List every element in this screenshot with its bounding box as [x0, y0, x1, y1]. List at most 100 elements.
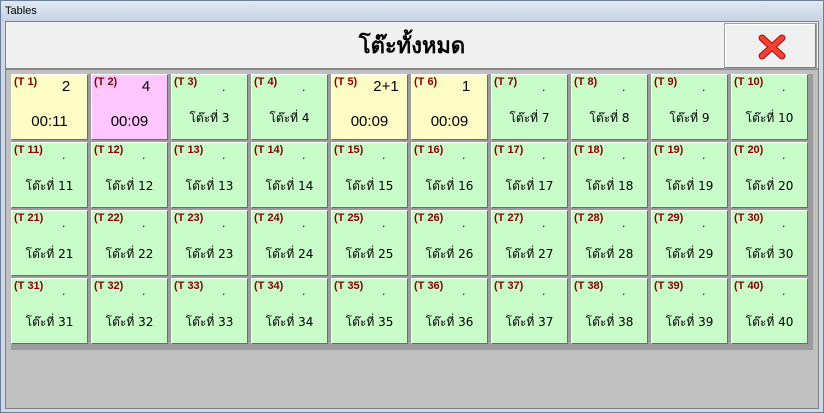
table-cell[interactable]: (T 30). โต๊ะที่ 30 [731, 210, 808, 276]
status-dot: . [62, 285, 66, 298]
table-cell[interactable]: (T 25). โต๊ะที่ 25 [331, 210, 408, 276]
status-dot: . [782, 81, 786, 94]
table-id: (T 19) [654, 144, 684, 156]
table-id: (T 6) [414, 76, 438, 88]
table-name: โต๊ะที่ 36 [425, 315, 474, 329]
table-cell[interactable]: (T 8). โต๊ะที่ 8 [571, 74, 648, 140]
table-cell[interactable]: (T 37). โต๊ะที่ 37 [491, 278, 568, 344]
table-id: (T 21) [14, 212, 44, 224]
status-dot: . [302, 149, 306, 162]
guest-count: 2 [61, 78, 71, 95]
table-id: (T 13) [174, 144, 204, 156]
table-id: (T 36) [414, 280, 444, 292]
table-id: (T 15) [334, 144, 364, 156]
status-dot: . [782, 149, 786, 162]
status-dot: . [142, 217, 146, 230]
close-button[interactable] [724, 23, 817, 69]
table-id: (T 34) [254, 280, 284, 292]
table-id: (T 17) [494, 144, 524, 156]
table-id: (T 22) [94, 212, 124, 224]
header-bar: โต๊ะทั้งหมด [6, 22, 818, 70]
table-cell[interactable]: (T 29). โต๊ะที่ 29 [651, 210, 728, 276]
table-id: (T 9) [654, 76, 678, 88]
table-grid: (T 1) 2 00:11 (T 2) 4 00:09 (T 3). โต๊ะที่ 3 (T … [11, 74, 813, 350]
table-id: (T 27) [494, 212, 524, 224]
table-id: (T 37) [494, 280, 524, 292]
table-name: โต๊ะที่ 18 [585, 179, 634, 193]
table-cell[interactable]: (T 2) 4 00:09 [91, 74, 168, 140]
table-cell[interactable]: (T 39). โต๊ะที่ 39 [651, 278, 728, 344]
table-cell[interactable]: (T 13). โต๊ะที่ 13 [171, 142, 248, 208]
table-id: (T 40) [734, 280, 764, 292]
table-name: โต๊ะที่ 28 [585, 247, 634, 261]
table-id: (T 35) [334, 280, 364, 292]
table-cell[interactable]: (T 28). โต๊ะที่ 28 [571, 210, 648, 276]
table-cell[interactable]: (T 17). โต๊ะที่ 17 [491, 142, 568, 208]
table-cell[interactable]: (T 22). โต๊ะที่ 22 [91, 210, 168, 276]
table-cell[interactable]: (T 27). โต๊ะที่ 27 [491, 210, 568, 276]
table-name: โต๊ะที่ 4 [269, 111, 310, 125]
status-dot: . [382, 217, 386, 230]
status-dot: . [782, 217, 786, 230]
status-dot: . [462, 285, 466, 298]
table-name: โต๊ะที่ 14 [265, 179, 314, 193]
table-cell[interactable]: (T 1) 2 00:11 [11, 74, 88, 140]
table-cell[interactable]: (T 20). โต๊ะที่ 20 [731, 142, 808, 208]
table-cell[interactable]: (T 3). โต๊ะที่ 3 [171, 74, 248, 140]
table-cell[interactable]: (T 24). โต๊ะที่ 24 [251, 210, 328, 276]
table-cell[interactable]: (T 33). โต๊ะที่ 33 [171, 278, 248, 344]
status-dot: . [62, 217, 66, 230]
table-id: (T 24) [254, 212, 284, 224]
table-cell[interactable]: (T 7). โต๊ะที่ 7 [491, 74, 568, 140]
status-dot: . [622, 285, 626, 298]
elapsed-time: 00:09 [430, 113, 469, 130]
table-cell[interactable]: (T 23). โต๊ะที่ 23 [171, 210, 248, 276]
table-name: โต๊ะที่ 8 [589, 111, 630, 125]
table-name: โต๊ะที่ 23 [185, 247, 234, 261]
table-name: โต๊ะที่ 22 [105, 247, 154, 261]
status-dot: . [222, 217, 226, 230]
table-cell[interactable]: (T 31). โต๊ะที่ 31 [11, 278, 88, 344]
table-cell[interactable]: (T 12). โต๊ะที่ 12 [91, 142, 168, 208]
table-cell[interactable]: (T 26). โต๊ะที่ 26 [411, 210, 488, 276]
table-cell[interactable]: (T 16). โต๊ะที่ 16 [411, 142, 488, 208]
window-client-area: โต๊ะทั้งหมด (T 1) 2 00:11 (T 2) 4 00:09 (T 3).… [5, 21, 819, 409]
status-dot: . [542, 149, 546, 162]
table-id: (T 5) [334, 76, 358, 88]
close-x-icon [758, 34, 786, 60]
status-dot: . [702, 149, 706, 162]
table-id: (T 33) [174, 280, 204, 292]
table-cell[interactable]: (T 9). โต๊ะที่ 9 [651, 74, 728, 140]
status-dot: . [542, 217, 546, 230]
table-cell[interactable]: (T 19). โต๊ะที่ 19 [651, 142, 728, 208]
table-cell[interactable]: (T 4). โต๊ะที่ 4 [251, 74, 328, 140]
table-cell[interactable]: (T 35). โต๊ะที่ 35 [331, 278, 408, 344]
table-cell[interactable]: (T 38). โต๊ะที่ 38 [571, 278, 648, 344]
status-dot: . [622, 81, 626, 94]
table-cell[interactable]: (T 36). โต๊ะที่ 36 [411, 278, 488, 344]
table-name: โต๊ะที่ 27 [505, 247, 554, 261]
table-id: (T 29) [654, 212, 684, 224]
table-cell[interactable]: (T 40). โต๊ะที่ 40 [731, 278, 808, 344]
table-cell[interactable]: (T 11). โต๊ะที่ 11 [11, 142, 88, 208]
table-cell[interactable]: (T 10). โต๊ะที่ 10 [731, 74, 808, 140]
table-cell[interactable]: (T 14). โต๊ะที่ 14 [251, 142, 328, 208]
table-name: โต๊ะที่ 21 [25, 247, 74, 261]
table-cell[interactable]: (T 6) 1 00:09 [411, 74, 488, 140]
window-title: Tables [1, 1, 823, 21]
table-cell[interactable]: (T 15). โต๊ะที่ 15 [331, 142, 408, 208]
status-dot: . [702, 217, 706, 230]
table-cell[interactable]: (T 21). โต๊ะที่ 21 [11, 210, 88, 276]
status-dot: . [302, 285, 306, 298]
table-cell[interactable]: (T 5) 2+1 00:09 [331, 74, 408, 140]
table-name: โต๊ะที่ 24 [265, 247, 314, 261]
table-cell[interactable]: (T 18). โต๊ะที่ 18 [571, 142, 648, 208]
table-id: (T 25) [334, 212, 364, 224]
table-name: โต๊ะที่ 35 [345, 315, 394, 329]
table-cell[interactable]: (T 32). โต๊ะที่ 32 [91, 278, 168, 344]
table-cell[interactable]: (T 34). โต๊ะที่ 34 [251, 278, 328, 344]
table-id: (T 2) [94, 76, 118, 88]
status-dot: . [702, 285, 706, 298]
page-title: โต๊ะทั้งหมด [358, 34, 466, 59]
table-name: โต๊ะที่ 33 [185, 315, 234, 329]
